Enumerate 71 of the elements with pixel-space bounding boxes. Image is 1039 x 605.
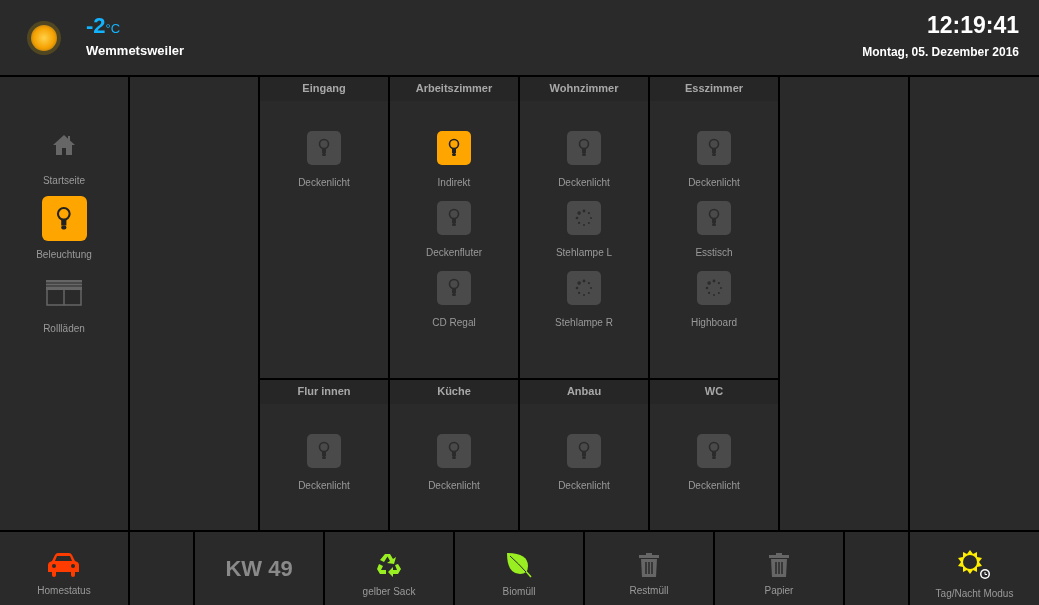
trash-icon (639, 553, 659, 577)
device-label: Stehlampe L (555, 245, 613, 260)
light-toggle[interactable] (437, 270, 471, 305)
device-label: Deckenlicht (558, 478, 610, 493)
light-toggle[interactable] (307, 433, 341, 468)
light-toggle[interactable] (437, 130, 471, 165)
device-label: Deckenlicht (298, 175, 350, 190)
bulb-icon (448, 277, 460, 298)
nav-item[interactable]: Startseite (9, 122, 119, 188)
sun-icon (26, 19, 62, 56)
room-title: Küche (390, 380, 518, 404)
light-toggle[interactable] (697, 200, 731, 235)
location-name: Wemmetsweiler (86, 41, 185, 60)
light-toggle[interactable] (567, 130, 601, 165)
device-label: Indirekt (437, 175, 471, 190)
clock-time: 12:19:41 (925, 14, 1019, 37)
light-toggle[interactable] (697, 130, 731, 165)
temperature: -2°C (86, 14, 122, 37)
device-label: Esstisch (695, 245, 733, 260)
light-toggle[interactable] (567, 433, 601, 468)
bulb-icon (578, 440, 590, 461)
light-toggle[interactable] (437, 433, 471, 468)
footer-button[interactable]: Papier (764, 553, 794, 598)
bulb-icon (578, 137, 590, 158)
bulb-icon (318, 137, 330, 158)
device-label: Deckenlicht (428, 478, 480, 493)
light-toggle[interactable] (437, 200, 471, 235)
room-title: Esszimmer (650, 77, 778, 101)
bulb-icon (56, 205, 72, 232)
room-title: WC (650, 380, 778, 404)
device-label: Deckenlicht (298, 478, 350, 493)
dimmer-toggle[interactable] (567, 270, 601, 305)
house-icon (52, 133, 76, 156)
footer-button[interactable]: Biomüll (502, 552, 536, 599)
spinner-icon (574, 207, 594, 228)
footer-button[interactable]: Restmüll (629, 553, 669, 598)
shutter-icon (46, 279, 82, 306)
device-label: Deckenlicht (688, 175, 740, 190)
bulb-icon (448, 137, 460, 158)
light-toggle[interactable] (697, 433, 731, 468)
bulb-icon (708, 207, 720, 228)
date-text: Montag, 05. Dezember 2016 (862, 44, 1019, 61)
spinner-icon (574, 277, 594, 298)
bulb-icon (318, 440, 330, 461)
dimmer-toggle[interactable] (697, 270, 731, 305)
room-title: Flur innen (260, 380, 388, 404)
dimmer-toggle[interactable] (567, 200, 601, 235)
leaf-icon (506, 552, 532, 578)
recycle-icon (376, 552, 402, 578)
device-label: CD Regal (432, 315, 476, 330)
week-number: KW 49 (225, 555, 293, 583)
device-label: Deckenlicht (688, 478, 740, 493)
trash-icon (769, 553, 789, 577)
device-label: Stehlampe R (555, 315, 613, 330)
device-label: Deckenfluter (425, 245, 483, 260)
bulb-icon (708, 137, 720, 158)
device-label: Deckenlicht (558, 175, 610, 190)
sun-clock-icon (957, 550, 992, 580)
nav-item[interactable]: Rollläden (9, 270, 119, 336)
spinner-icon (704, 277, 724, 298)
nav-item[interactable]: Beleuchtung (9, 196, 119, 262)
bulb-icon (708, 440, 720, 461)
device-label: Highboard (690, 315, 738, 330)
room-title: Wohnzimmer (520, 77, 648, 101)
room-title: Arbeitszimmer (390, 77, 518, 101)
room-title: Eingang (260, 77, 388, 101)
car-icon (48, 553, 80, 577)
light-toggle[interactable] (307, 130, 341, 165)
bulb-icon (448, 440, 460, 461)
bulb-icon (448, 207, 460, 228)
room-title: Anbau (520, 380, 648, 404)
